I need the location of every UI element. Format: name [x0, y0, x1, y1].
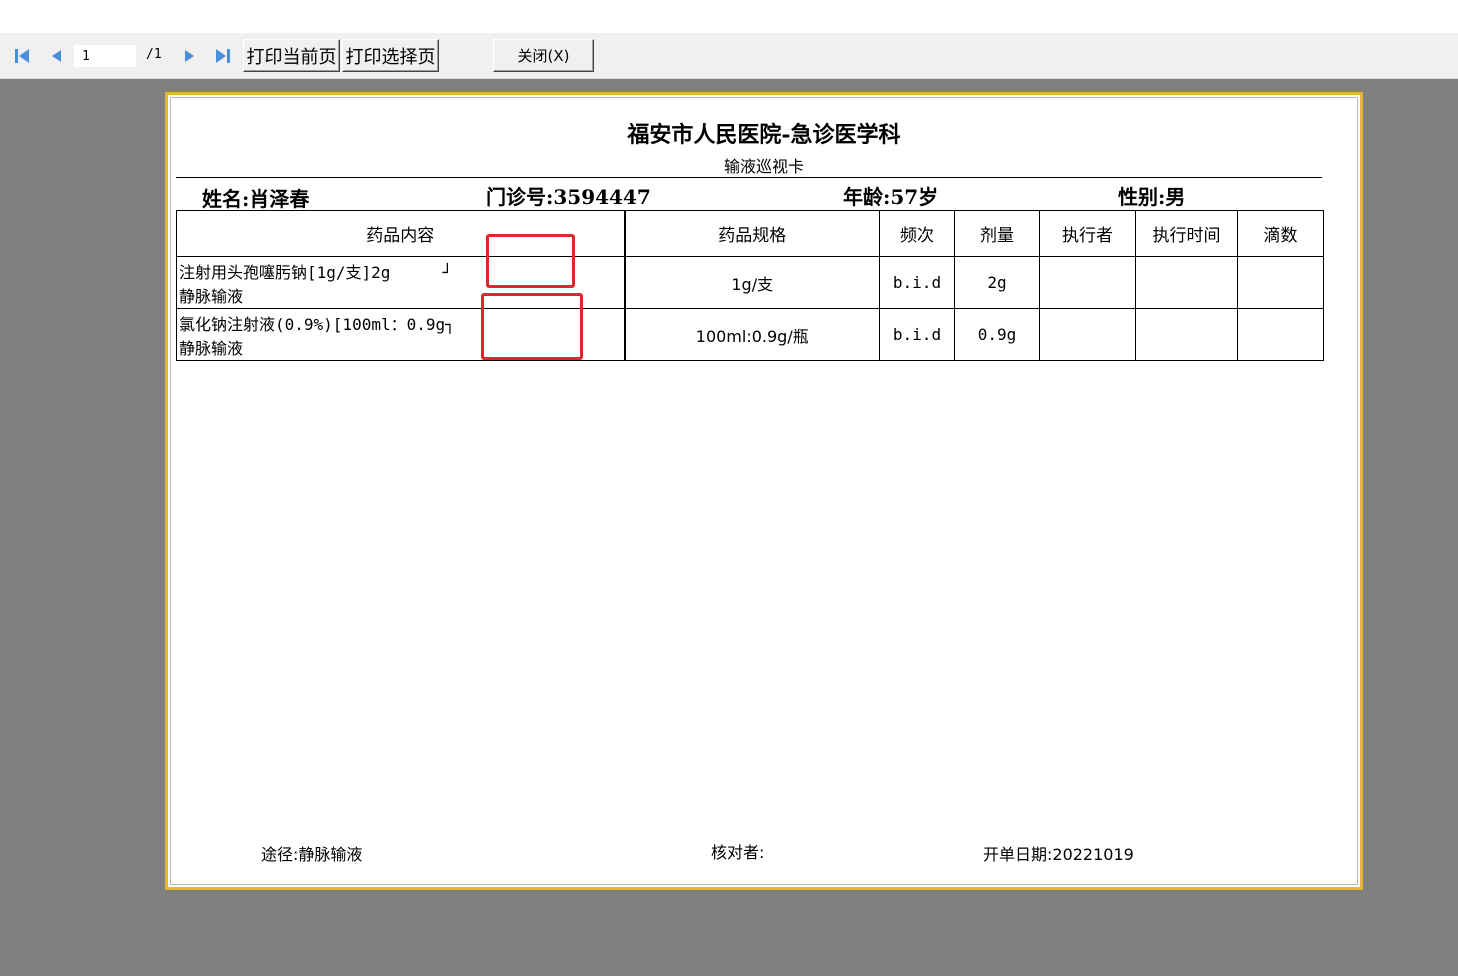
- drug-content-text: 注射用头孢噻肟钠[1g/支]2g: [179, 263, 391, 282]
- report-viewer: /1 打印当前页 打印选择页 关闭(X) 福安市人民医院-急诊医学科 输液巡视卡…: [0, 0, 1458, 976]
- page-number-input[interactable]: [74, 45, 136, 67]
- infusion-card: 福安市人民医院-急诊医学科 输液巡视卡 姓名:肖泽春 门诊号:3594447 年…: [165, 92, 1363, 890]
- header-divider: [176, 177, 1322, 178]
- highlight-box-group-end: [486, 234, 575, 288]
- last-page-icon[interactable]: [213, 46, 233, 66]
- drug-spec-cell: 100ml:0.9g/瓶: [624, 308, 880, 361]
- executor-cell: [1039, 256, 1136, 309]
- card-subtitle: 输液巡视卡: [723, 157, 804, 176]
- window-top-area: [0, 0, 1458, 33]
- page-total-label: /1: [146, 47, 162, 62]
- print-selected-page-button[interactable]: 打印选择页: [342, 39, 439, 72]
- table-row: 注射用头孢噻肟钠[1g/支]2g ┘ 静脉输液 1g/支 b.i.d 2g: [176, 256, 1324, 309]
- executor-cell: [1039, 308, 1136, 361]
- drug-spec-cell: 1g/支: [624, 256, 880, 309]
- patient-age: 年龄:57岁: [843, 185, 939, 209]
- frequency-cell: b.i.d: [879, 308, 955, 361]
- group-mark-end: ┘: [442, 263, 453, 282]
- next-page-icon[interactable]: [180, 46, 200, 66]
- dose-cell: 0.9g: [954, 308, 1040, 361]
- hospital-title: 福安市人民医院-急诊医学科: [627, 122, 901, 148]
- exec-time-cell: [1135, 308, 1238, 361]
- close-button[interactable]: 关闭(X): [493, 39, 594, 72]
- drops-cell: [1237, 256, 1324, 309]
- patient-gender: 性别:男: [1118, 185, 1186, 209]
- dose-cell: 2g: [954, 256, 1040, 309]
- header-frequency: 频次: [879, 210, 955, 257]
- group-mark-start: ┐: [445, 315, 455, 334]
- frequency-cell: b.i.d: [879, 256, 955, 309]
- patient-name: 姓名:肖泽春: [202, 187, 310, 211]
- route-label: 途径:静脉输液: [261, 845, 363, 864]
- print-current-page-button[interactable]: 打印当前页: [243, 39, 340, 72]
- exec-time-cell: [1135, 256, 1238, 309]
- header-dose: 剂量: [954, 210, 1040, 257]
- header-exec-time: 执行时间: [1135, 210, 1238, 257]
- table-header-row: 药品内容 药品规格 频次 剂量 执行者 执行时间 滴数: [176, 210, 1324, 257]
- header-drug-spec: 药品规格: [624, 210, 880, 257]
- medication-table: 药品内容 药品规格 频次 剂量 执行者 执行时间 滴数 注射用头孢噻肟钠[1g/…: [176, 210, 1324, 361]
- checker-label: 核对者:: [711, 843, 765, 862]
- drops-cell: [1237, 308, 1324, 361]
- drug-content-text: 氯化钠注射液(0.9%)[100ml：0.9g: [179, 315, 446, 334]
- order-date-label: 开单日期:20221019: [983, 845, 1134, 864]
- clinic-number: 门诊号:3594447: [486, 185, 651, 209]
- first-page-icon[interactable]: [12, 46, 32, 66]
- header-drops: 滴数: [1237, 210, 1324, 257]
- header-executor: 执行者: [1039, 210, 1136, 257]
- table-row: 氯化钠注射液(0.9%)[100ml：0.9g┐ 静脉输液 100ml:0.9g…: [176, 308, 1324, 361]
- prev-page-icon[interactable]: [46, 46, 66, 66]
- print-toolbar: /1 打印当前页 打印选择页 关闭(X): [0, 33, 1458, 79]
- highlight-box-group-start: [481, 293, 583, 360]
